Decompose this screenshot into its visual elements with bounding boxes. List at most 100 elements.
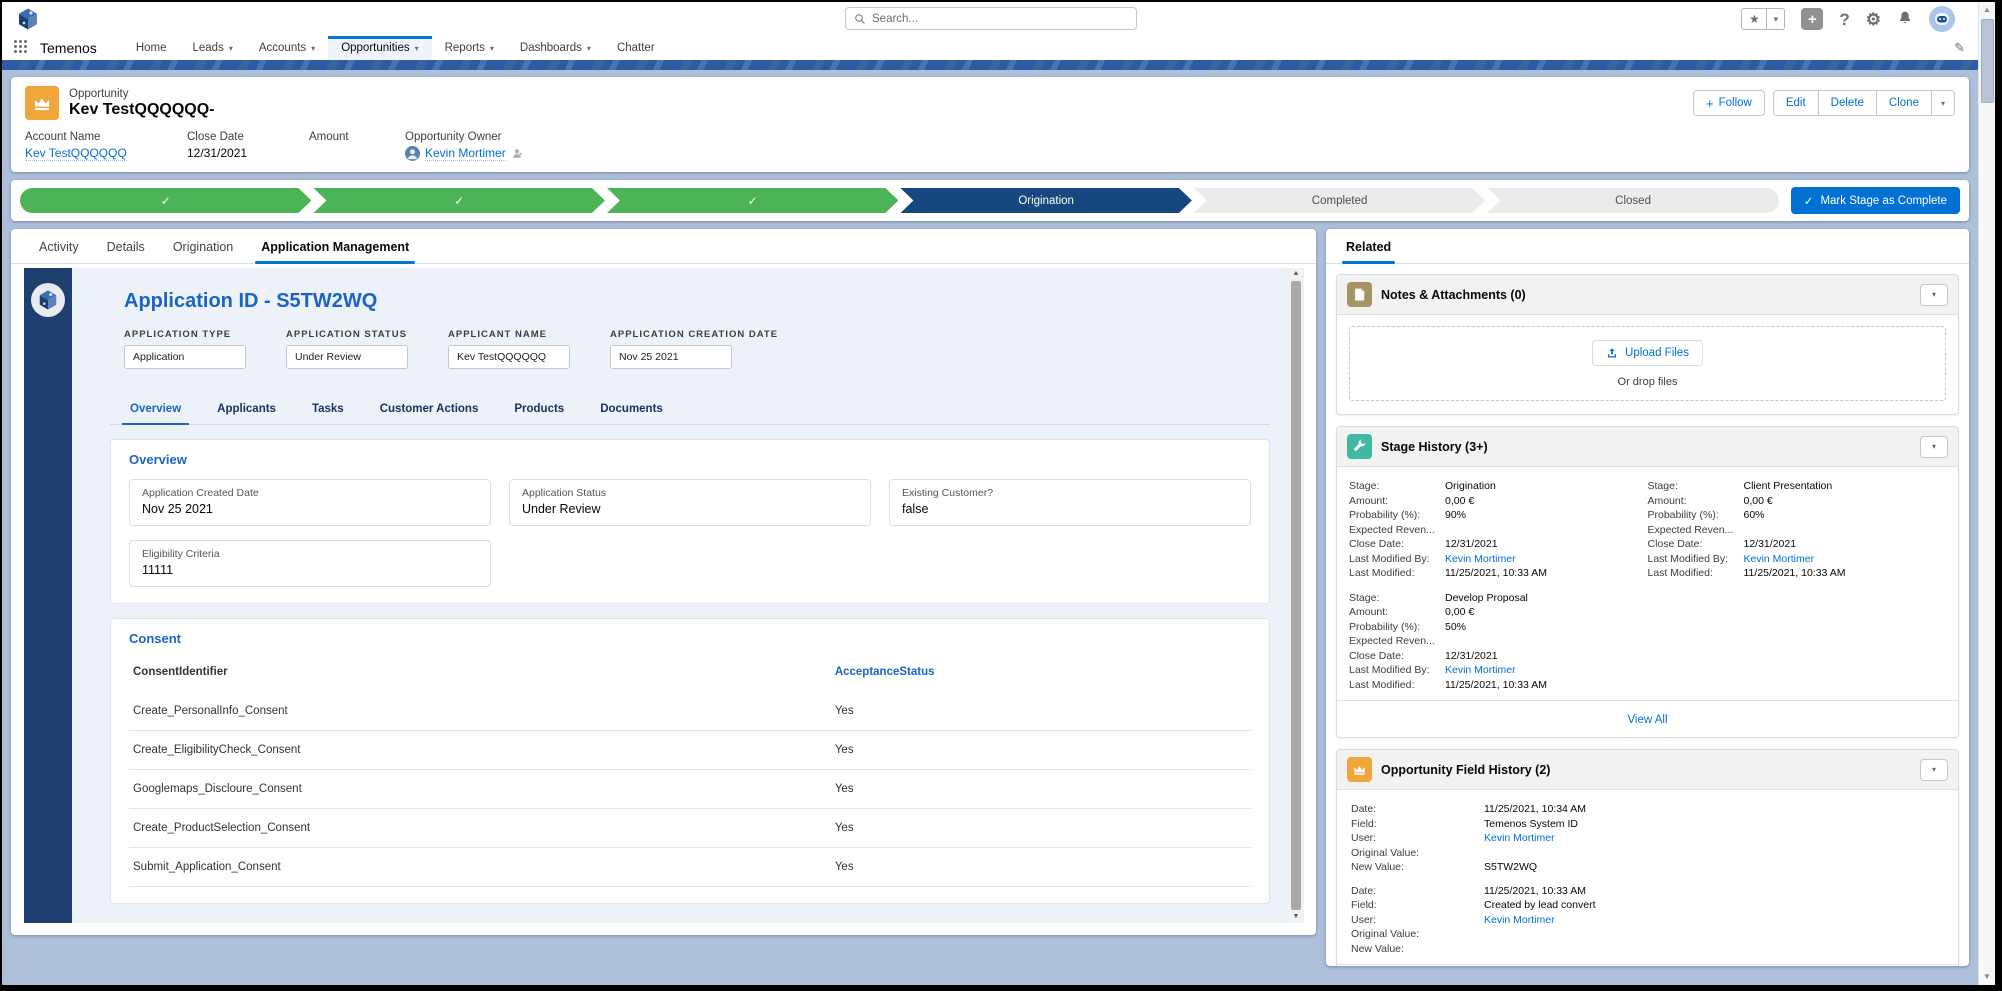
application-type-field[interactable]: Application — [124, 345, 246, 369]
consent-col-status: AcceptanceStatus — [834, 666, 935, 678]
related-tab-bar: Related — [1326, 229, 1969, 264]
edit-button[interactable]: Edit — [1772, 90, 1819, 116]
app-tab-products[interactable]: Products — [500, 395, 578, 424]
overview-field: Application Status Under Review — [509, 479, 871, 526]
temenos-app-logo[interactable] — [31, 283, 65, 317]
field-history-actions-dropdown[interactable]: ▾ — [1920, 758, 1948, 781]
follow-button[interactable]: + Follow — [1693, 90, 1765, 116]
notes-actions-dropdown[interactable]: ▾ — [1920, 283, 1948, 306]
application-summary-fields: APPLICATION TYPE Application APPLICATION … — [124, 329, 1270, 369]
app-tab-overview[interactable]: Overview — [116, 395, 195, 425]
stage-history-view-all[interactable]: View All — [1627, 714, 1667, 726]
chevron-down-icon: ▾ — [311, 43, 316, 53]
pencil-icon: ✎ — [1954, 40, 1965, 55]
star-icon: ★ — [1748, 12, 1760, 26]
scroll-down-icon[interactable]: ▼ — [1983, 969, 1991, 985]
application-content: Application ID - S5TW2WQ APPLICATION TYP… — [72, 268, 1304, 923]
path-stage-complete-2[interactable]: ✓ — [313, 188, 604, 213]
user-link[interactable]: Kevin Mortimer — [1744, 552, 1815, 567]
stage-history-title[interactable]: Stage History (3+) — [1381, 440, 1488, 454]
opportunity-icon — [25, 86, 59, 120]
help-button[interactable]: ? — [1839, 11, 1849, 28]
change-owner-icon[interactable] — [511, 147, 524, 160]
favorites-dropdown-button[interactable]: ▾ — [1767, 8, 1786, 30]
path-stage-complete-3[interactable]: ✓ — [607, 188, 898, 213]
more-actions-dropdown[interactable]: ▾ — [1931, 90, 1955, 116]
app-name: Temenos — [40, 40, 97, 56]
field-label-close-date: Close Date — [187, 131, 244, 143]
chevron-down-icon: ▾ — [1931, 290, 1936, 299]
setup-button[interactable]: ⚙ — [1866, 11, 1881, 28]
consent-row: Submit_Application_Consent Yes — [129, 848, 1251, 887]
crown-icon — [32, 93, 52, 113]
opportunity-field-history-card: Opportunity Field History (2) ▾ Date: 11/… — [1336, 749, 1959, 966]
application-tab-bar: Overview Applicants Tasks Customer Actio… — [110, 395, 1270, 425]
user-link[interactable]: Kevin Mortimer — [1445, 552, 1516, 567]
temenos-logo-icon — [16, 7, 40, 31]
app-tab-tasks[interactable]: Tasks — [298, 395, 358, 424]
user-link[interactable]: Kevin Mortimer — [1445, 663, 1516, 678]
account-link[interactable]: Kev TestQQQQQQ — [25, 146, 127, 161]
notes-attachments-title[interactable]: Notes & Attachments (0) — [1381, 288, 1526, 302]
nav-tab-chatter[interactable]: Chatter — [604, 36, 668, 60]
global-actions-button[interactable]: + — [1801, 8, 1824, 30]
edit-navigation-button[interactable]: ✎ — [1954, 40, 1965, 56]
upload-files-button[interactable]: Upload Files — [1592, 340, 1703, 366]
record-actions: + Follow Edit Delete Clone ▾ — [1693, 90, 1955, 116]
app-tab-applicants[interactable]: Applicants — [203, 395, 290, 424]
chevron-down-icon: ▾ — [228, 43, 233, 53]
tab-details[interactable]: Details — [93, 229, 159, 263]
astro-avatar-icon — [1929, 6, 1955, 32]
stage-history-actions-dropdown[interactable]: ▾ — [1920, 435, 1948, 458]
user-link[interactable]: Kevin Mortimer — [1484, 913, 1555, 928]
page-scrollbar[interactable]: ▲ ▼ — [1978, 2, 1995, 985]
nav-tab-opportunities[interactable]: Opportunities ▾ — [328, 36, 433, 60]
tab-activity[interactable]: Activity — [25, 229, 93, 263]
path-stage-completed[interactable]: Completed — [1194, 188, 1485, 213]
application-status-field[interactable]: Under Review — [286, 345, 408, 369]
delete-button[interactable]: Delete — [1818, 90, 1877, 116]
owner-link[interactable]: Kevin Mortimer — [425, 146, 506, 161]
nav-tab-leads[interactable]: Leads ▾ — [180, 36, 246, 60]
mark-stage-complete-button[interactable]: ✓ Mark Stage as Complete — [1790, 187, 1960, 214]
file-dropzone[interactable]: Upload Files Or drop files — [1349, 326, 1946, 401]
user-avatar[interactable] — [1929, 6, 1955, 32]
scroll-up-icon[interactable]: ▲ — [1983, 2, 1991, 18]
nav-tab-reports[interactable]: Reports ▾ — [432, 36, 507, 60]
related-panel: Related Notes & Attachments (0) ▾ Upload… — [1326, 229, 1969, 966]
path-stage-complete-1[interactable]: ✓ — [20, 188, 311, 213]
app-content-scrollbar[interactable]: ▲ ▼ — [1290, 268, 1302, 923]
notifications-button[interactable] — [1897, 10, 1913, 29]
tab-application-management[interactable]: Application Management — [247, 229, 423, 264]
record-action-group: Edit Delete Clone ▾ — [1772, 90, 1955, 116]
app-tab-customer-actions[interactable]: Customer Actions — [366, 395, 493, 424]
tab-related[interactable]: Related — [1342, 229, 1396, 264]
nav-tab-home[interactable]: Home — [123, 36, 180, 60]
application-creation-date-field[interactable]: Nov 25 2021 — [610, 345, 732, 369]
applicant-name-field[interactable]: Kev TestQQQQQQ — [448, 345, 570, 369]
search-input[interactable] — [872, 12, 1128, 25]
search-icon — [854, 13, 866, 25]
scroll-down-icon[interactable]: ▼ — [1293, 911, 1300, 923]
application-management-frame: Application ID - S5TW2WQ APPLICATION TYP… — [11, 264, 1316, 935]
global-search-box[interactable] — [845, 7, 1137, 30]
app-launcher-button[interactable] — [14, 40, 30, 56]
wrench-icon — [1347, 434, 1372, 459]
plus-icon: + — [1706, 95, 1714, 111]
check-icon: ✓ — [160, 193, 171, 208]
tab-origination[interactable]: Origination — [159, 229, 247, 263]
nav-tab-dashboards[interactable]: Dashboards ▾ — [507, 36, 604, 60]
stage-history-record: Stage: Develop Proposal Amount: 0,00 € Pro… — [1349, 591, 1547, 691]
scroll-up-icon[interactable]: ▲ — [1293, 268, 1300, 280]
consent-row: Create_PersonalInfo_Consent Yes — [129, 692, 1251, 731]
app-tab-documents[interactable]: Documents — [586, 395, 677, 424]
path-stage-origination[interactable]: Origination — [900, 188, 1191, 213]
clone-button[interactable]: Clone — [1876, 90, 1932, 116]
path-stage-closed[interactable]: Closed — [1487, 188, 1779, 213]
scrollbar-thumb[interactable] — [1291, 281, 1301, 910]
field-history-title[interactable]: Opportunity Field History (2) — [1381, 763, 1550, 777]
nav-tab-accounts[interactable]: Accounts ▾ — [246, 36, 328, 60]
scrollbar-thumb[interactable] — [1980, 19, 1994, 103]
user-link[interactable]: Kevin Mortimer — [1484, 831, 1555, 846]
favorites-button[interactable]: ★ — [1741, 8, 1768, 30]
